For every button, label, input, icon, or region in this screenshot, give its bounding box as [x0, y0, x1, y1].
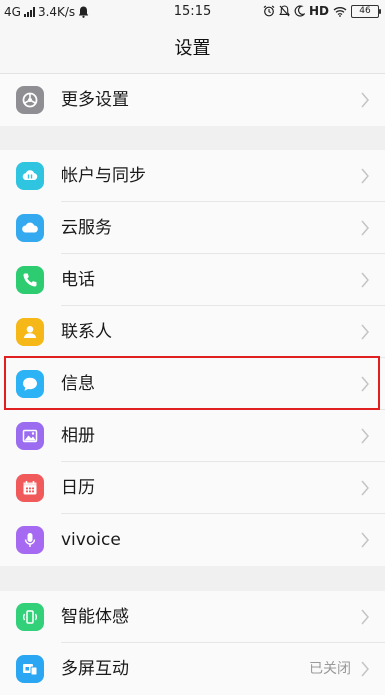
- chevron-right-icon: [361, 324, 369, 340]
- settings-item-messages[interactable]: 信息: [0, 358, 385, 410]
- settings-group-features: 智能体感 多屏互动 已关闭: [0, 591, 385, 695]
- message-icon: [16, 370, 44, 398]
- settings-item-label: 帐户与同步: [61, 166, 146, 186]
- settings-item-vivoice[interactable]: vivoice: [0, 514, 385, 566]
- settings-group-more: 更多设置: [0, 74, 385, 126]
- battery-icon: 46: [351, 4, 381, 18]
- settings-item-cloud-service[interactable]: 云服务: [0, 202, 385, 254]
- settings-item-label: 云服务: [61, 218, 112, 238]
- settings-item-label: 信息: [61, 374, 95, 394]
- settings-item-label: 日历: [61, 478, 95, 498]
- album-icon: [16, 422, 44, 450]
- microphone-icon: [16, 526, 44, 554]
- settings-item-label: 相册: [61, 426, 95, 446]
- chevron-right-icon: [361, 376, 369, 392]
- hd-indicator: HD: [308, 4, 329, 18]
- cloud-icon: [16, 214, 44, 242]
- chevron-right-icon: [361, 168, 369, 184]
- wifi-icon: [333, 6, 347, 17]
- chevron-right-icon: [361, 428, 369, 444]
- multi-screen-status: 已关闭: [309, 661, 351, 677]
- battery-level: 46: [359, 5, 371, 16]
- page-title: 设置: [0, 26, 385, 74]
- settings-item-label: vivoice: [61, 530, 121, 550]
- phone-icon: [16, 266, 44, 294]
- chevron-right-icon: [361, 220, 369, 236]
- settings-item-label: 多屏互动: [61, 659, 129, 679]
- contact-icon: [16, 318, 44, 346]
- settings-item-contacts[interactable]: 联系人: [0, 306, 385, 358]
- motion-sense-icon: [16, 603, 44, 631]
- settings-item-multi-screen[interactable]: 多屏互动 已关闭: [0, 643, 385, 695]
- settings-item-more-settings[interactable]: 更多设置: [0, 74, 385, 126]
- gear-icon: [16, 86, 44, 114]
- settings-group-apps: 帐户与同步 云服务 电话 联系人 信息 相册 日历 vivoice: [0, 150, 385, 566]
- settings-item-label: 智能体感: [61, 607, 129, 627]
- settings-item-label: 联系人: [61, 322, 112, 342]
- account-sync-icon: [16, 162, 44, 190]
- settings-item-account-sync[interactable]: 帐户与同步: [0, 150, 385, 202]
- chevron-right-icon: [361, 92, 369, 108]
- settings-item-label: 更多设置: [61, 90, 129, 110]
- chevron-right-icon: [361, 661, 369, 677]
- settings-item-calendar[interactable]: 日历: [0, 462, 385, 514]
- settings-item-phone[interactable]: 电话: [0, 254, 385, 306]
- chevron-right-icon: [361, 532, 369, 548]
- mute-bell-icon: [279, 5, 290, 17]
- chevron-right-icon: [361, 609, 369, 625]
- settings-item-label: 电话: [61, 270, 95, 290]
- status-bar: 4G 3.4K/s 15:15 HD 46: [0, 0, 385, 26]
- chevron-right-icon: [361, 272, 369, 288]
- status-right: HD 46: [263, 4, 381, 18]
- calendar-icon: [16, 474, 44, 502]
- alarm-icon: [263, 5, 275, 17]
- moon-icon: [294, 5, 305, 17]
- chevron-right-icon: [361, 480, 369, 496]
- settings-item-album[interactable]: 相册: [0, 410, 385, 462]
- settings-item-motion-sense[interactable]: 智能体感: [0, 591, 385, 643]
- multi-screen-icon: [16, 655, 44, 683]
